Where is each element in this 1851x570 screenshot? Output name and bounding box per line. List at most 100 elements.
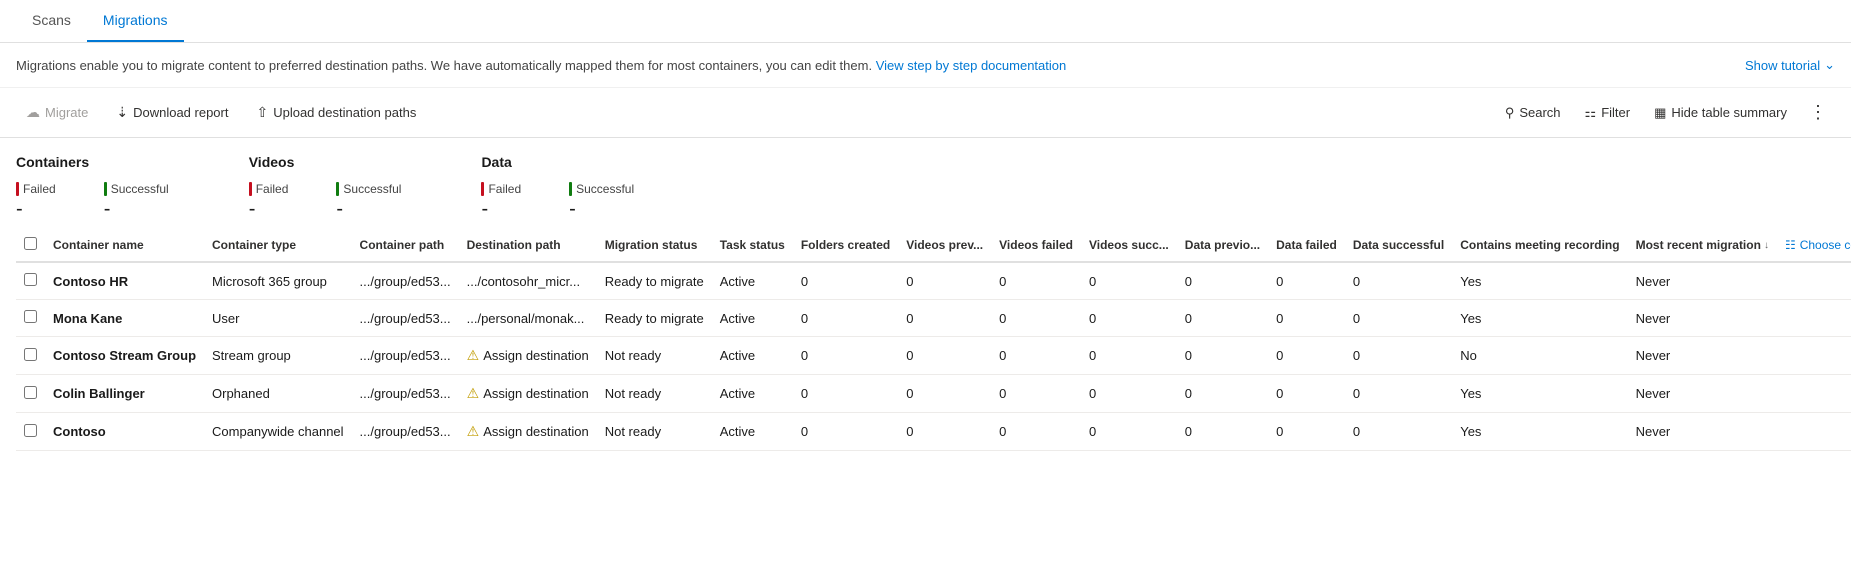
tab-scans[interactable]: Scans: [16, 0, 87, 42]
search-icon: ⚲: [1505, 105, 1515, 121]
cell-data-failed: 0: [1268, 375, 1345, 413]
tab-migrations[interactable]: Migrations: [87, 0, 184, 42]
table-row: Mona Kane User .../group/ed53... .../per…: [16, 300, 1851, 337]
info-bar-link[interactable]: View step by step documentation: [876, 58, 1067, 73]
cell-data-prev: 0: [1177, 262, 1268, 300]
cell-migration-status: Ready to migrate: [597, 300, 712, 337]
col-destination-path[interactable]: Destination path: [459, 229, 597, 262]
show-tutorial-button[interactable]: Show tutorial ⌄: [1745, 57, 1835, 73]
col-container-path[interactable]: Container path: [352, 229, 459, 262]
cell-meeting: Yes: [1452, 375, 1627, 413]
summary-group-title-containers: Containers: [16, 154, 169, 170]
col-most-recent[interactable]: Most recent migration ↓: [1628, 229, 1777, 262]
cell-data-failed: 0: [1268, 262, 1345, 300]
migrations-table: Container name Container type Container …: [16, 229, 1851, 451]
cell-actions: [1777, 262, 1851, 300]
cell-folders: 0: [793, 337, 898, 375]
table-container: Container name Container type Container …: [0, 229, 1851, 451]
info-bar-description: Migrations enable you to migrate content…: [16, 58, 872, 73]
col-folders-created[interactable]: Folders created: [793, 229, 898, 262]
cell-type: User: [204, 300, 352, 337]
filter-button[interactable]: ⚏ Filter: [1575, 99, 1641, 127]
cell-folders: 0: [793, 375, 898, 413]
upload-icon: ⇧: [256, 104, 268, 121]
cell-videos-failed: 0: [991, 413, 1081, 451]
col-videos-succ[interactable]: Videos succ...: [1081, 229, 1177, 262]
row-checkbox[interactable]: [16, 413, 45, 451]
row-checkbox[interactable]: [16, 337, 45, 375]
cell-name: Mona Kane: [45, 300, 204, 337]
info-bar: Migrations enable you to migrate content…: [0, 43, 1851, 88]
summary-item-containers-failed: Failed -: [16, 182, 56, 221]
toolbar: ☁ Migrate ⇣ Download report ⇧ Upload des…: [0, 88, 1851, 138]
col-data-failed[interactable]: Data failed: [1268, 229, 1345, 262]
col-task-status[interactable]: Task status: [712, 229, 793, 262]
cell-path: .../group/ed53...: [352, 300, 459, 337]
cell-dest: .../personal/monak...: [459, 300, 597, 337]
cell-task-status: Active: [712, 375, 793, 413]
cell-task-status: Active: [712, 262, 793, 300]
col-choose-columns[interactable]: ☷ Choose columns: [1777, 229, 1851, 262]
migrate-button[interactable]: ☁ Migrate: [16, 98, 98, 127]
summary-group-containers: Containers Failed - Successful -: [16, 154, 169, 221]
cell-path: .../group/ed53...: [352, 375, 459, 413]
cell-videos-failed: 0: [991, 337, 1081, 375]
col-meeting-recording[interactable]: Contains meeting recording: [1452, 229, 1627, 262]
status-bar-red-data: [481, 182, 484, 196]
col-data-prev[interactable]: Data previo...: [1177, 229, 1268, 262]
cell-dest: ⚠ Assign destination: [459, 413, 597, 451]
more-options-button[interactable]: ⋮: [1801, 100, 1835, 125]
cell-data-succ: 0: [1345, 413, 1452, 451]
col-container-type[interactable]: Container type: [204, 229, 352, 262]
cell-type: Companywide channel: [204, 413, 352, 451]
col-migration-status[interactable]: Migration status: [597, 229, 712, 262]
upload-destination-button[interactable]: ⇧ Upload destination paths: [246, 98, 426, 127]
cell-migration-status: Ready to migrate: [597, 262, 712, 300]
status-bar-green: [104, 182, 107, 196]
select-all-checkbox[interactable]: [16, 229, 45, 262]
search-button[interactable]: ⚲ Search: [1495, 99, 1571, 127]
cell-dest: ⚠ Assign destination: [459, 375, 597, 413]
cell-name: Contoso Stream Group: [45, 337, 204, 375]
col-container-name[interactable]: Container name: [45, 229, 204, 262]
download-report-button[interactable]: ⇣ Download report: [106, 98, 238, 127]
summary-item-data-successful: Successful -: [569, 182, 634, 221]
choose-columns-button[interactable]: ☷ Choose columns: [1785, 238, 1851, 252]
cell-recent: Never: [1628, 300, 1777, 337]
cell-path: .../group/ed53...: [352, 337, 459, 375]
cell-videos-succ: 0: [1081, 413, 1177, 451]
hide-table-summary-button[interactable]: ▦ Hide table summary: [1644, 99, 1797, 127]
row-checkbox[interactable]: [16, 300, 45, 337]
warning-icon: ⚠: [467, 423, 480, 440]
chart-icon: ▦: [1654, 105, 1666, 121]
warning-icon: ⚠: [467, 385, 480, 402]
cell-videos-prev: 0: [898, 337, 991, 375]
cell-videos-succ: 0: [1081, 262, 1177, 300]
cell-path: .../group/ed53...: [352, 413, 459, 451]
summary-item-videos-successful: Successful -: [336, 182, 401, 221]
summary-group-data: Data Failed - Successful -: [481, 154, 634, 221]
cell-meeting: No: [1452, 337, 1627, 375]
summary-section: Containers Failed - Successful -: [0, 138, 1851, 229]
row-checkbox[interactable]: [16, 375, 45, 413]
cell-videos-prev: 0: [898, 300, 991, 337]
col-videos-prev[interactable]: Videos prev...: [898, 229, 991, 262]
cell-data-succ: 0: [1345, 300, 1452, 337]
table-row: Contoso Stream Group Stream group .../gr…: [16, 337, 1851, 375]
warning-icon: ⚠: [467, 347, 480, 364]
cell-recent: Never: [1628, 337, 1777, 375]
row-checkbox[interactable]: [16, 262, 45, 300]
cell-meeting: Yes: [1452, 413, 1627, 451]
col-videos-failed[interactable]: Videos failed: [991, 229, 1081, 262]
summary-group-videos: Videos Failed - Successful -: [249, 154, 402, 221]
table-row: Contoso Companywide channel .../group/ed…: [16, 413, 1851, 451]
cell-folders: 0: [793, 300, 898, 337]
cell-data-succ: 0: [1345, 262, 1452, 300]
cell-name: Colin Ballinger: [45, 375, 204, 413]
cell-folders: 0: [793, 413, 898, 451]
columns-icon: ☷: [1785, 238, 1796, 252]
summary-group-title-videos: Videos: [249, 154, 402, 170]
col-data-successful[interactable]: Data successful: [1345, 229, 1452, 262]
cell-actions: [1777, 337, 1851, 375]
status-bar-red-videos: [249, 182, 252, 196]
